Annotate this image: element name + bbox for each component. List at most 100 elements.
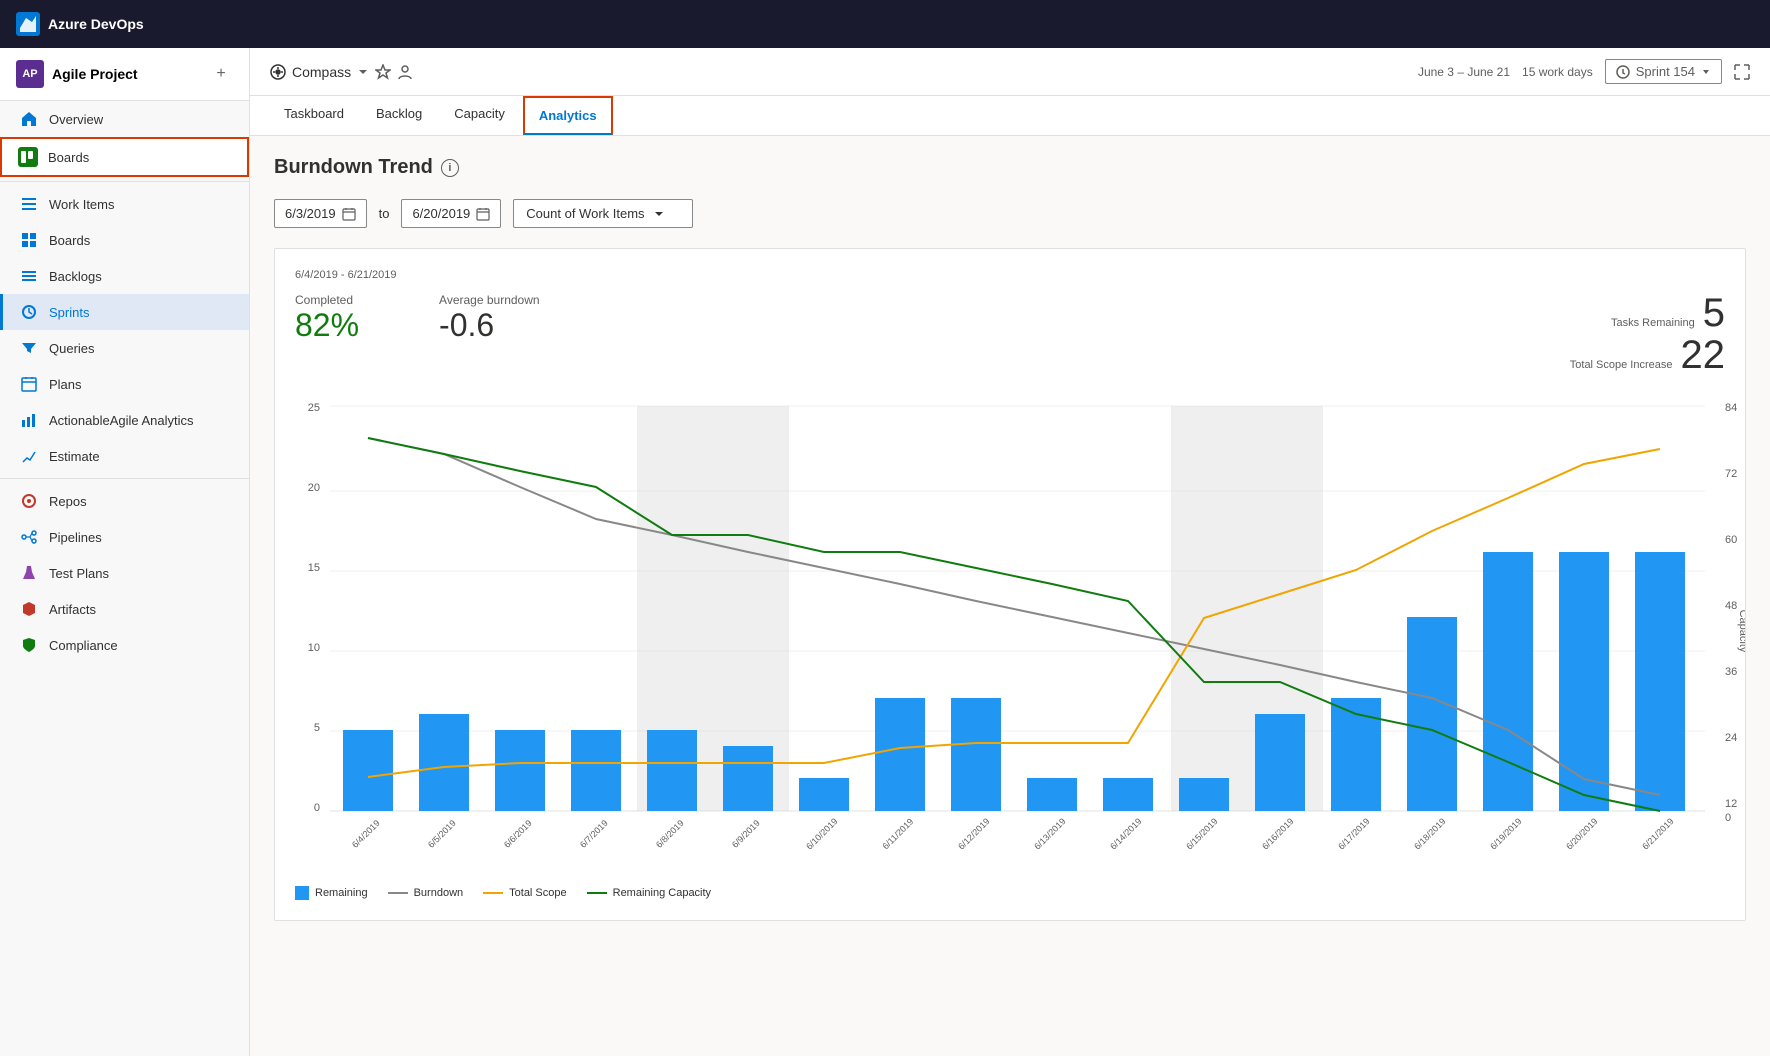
svg-text:0: 0 bbox=[1725, 812, 1731, 824]
sidebar-item-estimate-label: Estimate bbox=[49, 449, 100, 464]
tasks-remaining-value: 5 bbox=[1703, 293, 1725, 333]
svg-text:12: 12 bbox=[1725, 798, 1737, 810]
svg-text:84: 84 bbox=[1725, 402, 1737, 414]
calendar-from-icon bbox=[342, 207, 356, 221]
legend-remaining: Remaining bbox=[295, 886, 368, 900]
sidebar-item-sprints[interactable]: Sprints bbox=[0, 294, 249, 330]
sidebar-item-artifacts[interactable]: Artifacts bbox=[0, 591, 249, 627]
sidebar-item-backlogs[interactable]: Backlogs bbox=[0, 258, 249, 294]
sidebar-item-boards[interactable]: Boards bbox=[0, 137, 249, 177]
info-icon[interactable]: i bbox=[441, 159, 459, 177]
calendar-to-icon bbox=[476, 207, 490, 221]
bar-16 bbox=[1559, 552, 1609, 811]
sidebar-item-boards-sub[interactable]: Boards bbox=[0, 222, 249, 258]
sprint-label: Sprint 154 bbox=[1636, 64, 1695, 79]
avg-burndown-stat: Average burndown -0.6 bbox=[439, 293, 540, 344]
layers-icon bbox=[19, 266, 39, 286]
add-project-button[interactable]: + bbox=[209, 62, 233, 86]
sprint-icon bbox=[19, 302, 39, 322]
metric-dropdown-label: Count of Work Items bbox=[526, 206, 644, 221]
chevron-down-icon bbox=[357, 66, 369, 78]
svg-text:6/21/2019: 6/21/2019 bbox=[1640, 816, 1675, 851]
legend-remaining-capacity: Remaining Capacity bbox=[587, 887, 711, 899]
sidebar-item-plans[interactable]: Plans bbox=[0, 366, 249, 402]
bar-5 bbox=[723, 746, 773, 811]
workitems-icon bbox=[19, 194, 39, 214]
sidebar-item-pipelines-label: Pipelines bbox=[49, 530, 102, 545]
tab-taskboard[interactable]: Taskboard bbox=[270, 96, 358, 135]
svg-text:20: 20 bbox=[308, 482, 320, 494]
completed-stat: Completed 82% bbox=[295, 293, 359, 344]
svg-text:6/4/2019: 6/4/2019 bbox=[350, 818, 382, 850]
sidebar-item-queries[interactable]: Queries bbox=[0, 330, 249, 366]
sidebar-item-overview[interactable]: Overview bbox=[0, 101, 249, 137]
sidebar-item-backlogs-label: Backlogs bbox=[49, 269, 102, 284]
test-icon bbox=[19, 563, 39, 583]
subheader-right: June 3 – June 21 15 work days Sprint 154 bbox=[1418, 59, 1750, 84]
svg-text:6/12/2019: 6/12/2019 bbox=[956, 816, 991, 851]
svg-text:0: 0 bbox=[314, 802, 320, 814]
legend-total-scope: Total Scope bbox=[483, 887, 566, 899]
tab-analytics[interactable]: Analytics bbox=[523, 96, 613, 135]
sidebar-item-overview-label: Overview bbox=[49, 112, 103, 127]
legend-burndown: Burndown bbox=[388, 887, 464, 899]
sidebar-item-artifacts-label: Artifacts bbox=[49, 602, 96, 617]
to-label: to bbox=[379, 206, 390, 221]
burndown-chart-svg: 25 20 15 10 5 0 84 72 60 48 36 24 12 bbox=[295, 391, 1745, 871]
bar-11 bbox=[1179, 778, 1229, 811]
sidebar-item-workitems[interactable]: Work Items bbox=[0, 186, 249, 222]
logo-icon bbox=[16, 12, 40, 36]
bar-7 bbox=[875, 698, 925, 811]
tab-capacity[interactable]: Capacity bbox=[440, 96, 519, 135]
bar-10 bbox=[1103, 778, 1153, 811]
legend-remaining-capacity-label: Remaining Capacity bbox=[613, 887, 711, 899]
date-range: June 3 – June 21 bbox=[1418, 65, 1510, 79]
completed-label: Completed bbox=[295, 293, 359, 307]
legend-remaining-capacity-color bbox=[587, 892, 607, 894]
sidebar-item-compliance[interactable]: Compliance bbox=[0, 627, 249, 663]
sidebar-item-repos[interactable]: Repos bbox=[0, 483, 249, 519]
svg-text:6/9/2019: 6/9/2019 bbox=[730, 818, 762, 850]
tab-backlog[interactable]: Backlog bbox=[362, 96, 436, 135]
repo-icon bbox=[19, 491, 39, 511]
svg-text:6/19/2019: 6/19/2019 bbox=[1488, 816, 1523, 851]
sidebar-item-repos-label: Repos bbox=[49, 494, 87, 509]
sidebar-item-plans-label: Plans bbox=[49, 377, 82, 392]
svg-text:Capacity: Capacity bbox=[1737, 610, 1745, 653]
app-logo[interactable]: Azure DevOps bbox=[16, 12, 144, 36]
sidebar-item-compliance-label: Compliance bbox=[49, 638, 118, 653]
sidebar-item-actionable-label: ActionableAgile Analytics bbox=[49, 413, 194, 428]
sidebar-item-pipelines[interactable]: Pipelines bbox=[0, 519, 249, 555]
date-to-input[interactable]: 6/20/2019 bbox=[401, 199, 501, 228]
total-scope-value: 22 bbox=[1681, 335, 1726, 375]
svg-text:6/16/2019: 6/16/2019 bbox=[1260, 816, 1295, 851]
svg-text:6/7/2019: 6/7/2019 bbox=[578, 818, 610, 850]
sprint-selector[interactable]: Sprint 154 bbox=[1605, 59, 1722, 84]
svg-text:6/18/2019: 6/18/2019 bbox=[1412, 816, 1447, 851]
sidebar-item-sprints-label: Sprints bbox=[49, 305, 89, 320]
completed-value: 82% bbox=[295, 307, 359, 344]
legend-total-scope-color bbox=[483, 892, 503, 894]
svg-text:6/5/2019: 6/5/2019 bbox=[426, 818, 458, 850]
sidebar-item-estimate[interactable]: Estimate bbox=[0, 438, 249, 474]
artifact-icon bbox=[19, 599, 39, 619]
chart-period: 6/4/2019 - 6/21/2019 bbox=[295, 269, 1725, 281]
main-layout: AP Agile Project + Overview Boards bbox=[0, 48, 1770, 1056]
svg-text:48: 48 bbox=[1725, 600, 1737, 612]
svg-text:24: 24 bbox=[1725, 732, 1737, 744]
home-icon bbox=[19, 109, 39, 129]
avg-burndown-value: -0.6 bbox=[439, 307, 540, 344]
sidebar-item-actionable[interactable]: ActionableAgile Analytics bbox=[0, 402, 249, 438]
bar-2 bbox=[495, 730, 545, 811]
filter-row: 6/3/2019 to 6/20/2019 Count of Work Item… bbox=[274, 199, 1746, 228]
expand-icon[interactable] bbox=[1734, 64, 1750, 80]
metric-dropdown[interactable]: Count of Work Items bbox=[513, 199, 693, 228]
svg-text:36: 36 bbox=[1725, 666, 1737, 678]
project-header: AP Agile Project + bbox=[0, 48, 249, 101]
sidebar-item-testplans[interactable]: Test Plans bbox=[0, 555, 249, 591]
date-from-input[interactable]: 6/3/2019 bbox=[274, 199, 367, 228]
svg-text:6/8/2019: 6/8/2019 bbox=[654, 818, 686, 850]
star-icon[interactable] bbox=[375, 64, 391, 80]
bar-3 bbox=[571, 730, 621, 811]
bar-17 bbox=[1635, 552, 1685, 811]
